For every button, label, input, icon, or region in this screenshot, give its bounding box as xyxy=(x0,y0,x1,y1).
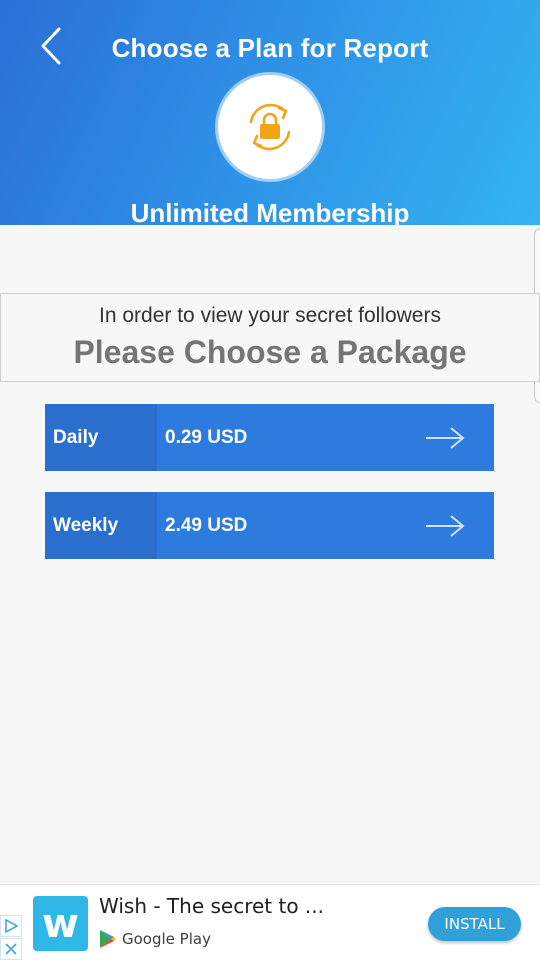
arrow-right-icon xyxy=(424,514,494,538)
info-heading: Please Choose a Package xyxy=(73,334,467,370)
plan-weekly-button[interactable]: Weekly 2.49 USD xyxy=(45,492,494,559)
page-title: Choose a Plan for Report xyxy=(111,33,429,63)
ad-banner[interactable]: w Wish - The secret to ... Google Play I… xyxy=(0,884,540,960)
plan-name: Weekly xyxy=(45,492,157,559)
plan-name: Daily xyxy=(45,404,157,471)
ad-store-label: Google Play xyxy=(122,930,211,948)
install-button[interactable]: INSTALL xyxy=(428,907,521,941)
plan-price: 2.49 USD xyxy=(165,514,248,536)
arrow-right-icon xyxy=(424,426,494,450)
header: Choose a Plan for Report Unlimited Membe… xyxy=(0,0,540,225)
plan-daily-button[interactable]: Daily 0.29 USD xyxy=(45,404,494,471)
lock-badge xyxy=(218,75,322,179)
google-play-icon xyxy=(100,930,116,948)
info-subtitle: In order to view your secret followers xyxy=(99,304,441,327)
ad-close-icon[interactable] xyxy=(0,938,22,960)
plan-price: 0.29 USD xyxy=(165,426,248,448)
ad-title[interactable]: Wish - The secret to ... xyxy=(99,894,324,918)
wish-logo[interactable]: w xyxy=(33,896,88,951)
info-box: In order to view your secret followers P… xyxy=(0,293,540,382)
adchoices-icon[interactable] xyxy=(0,915,22,937)
lock-refresh-icon xyxy=(249,103,291,151)
ad-store-badge: Google Play xyxy=(99,929,211,949)
membership-label: Unlimited Membership xyxy=(130,198,410,225)
